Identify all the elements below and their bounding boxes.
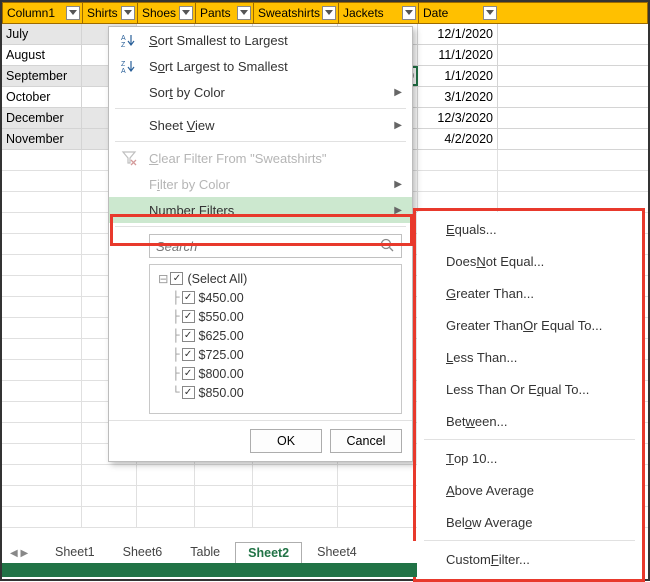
- search-icon: [380, 238, 394, 255]
- checkbox-icon[interactable]: ✓: [182, 367, 195, 380]
- clear-filter-label: Clear Filter From "Sweatshirts": [149, 151, 327, 166]
- button-row: OK Cancel: [109, 420, 412, 461]
- chevron-right-icon: ▶: [394, 179, 402, 190]
- chevron-right-icon: ▶: [394, 205, 402, 216]
- filter-value-item[interactable]: ├✓$725.00: [154, 345, 397, 364]
- equals-item[interactable]: Equals...: [418, 213, 641, 245]
- filter-value-item[interactable]: ├✓$450.00: [154, 288, 397, 307]
- date-cell[interactable]: 1/1/2020: [418, 66, 498, 86]
- tab-sheet2[interactable]: Sheet2: [235, 542, 302, 565]
- month-cell[interactable]: December: [2, 108, 82, 128]
- sort-by-color-item[interactable]: Sort by Color ▶: [109, 79, 412, 105]
- search-input[interactable]: [149, 234, 402, 258]
- tab-sheet4[interactable]: Sheet4: [304, 541, 370, 563]
- date-cell[interactable]: 3/1/2020: [418, 87, 498, 107]
- number-filters-submenu: Equals... Does Not Equal... Greater Than…: [417, 212, 642, 576]
- chevron-right-icon: ▶: [394, 87, 402, 98]
- date-cell[interactable]: 12/1/2020: [418, 24, 498, 44]
- date-cell[interactable]: 4/2/2020: [418, 129, 498, 149]
- sort-desc-item[interactable]: ZA Sort Largest to Smallest: [109, 53, 412, 79]
- number-filters-label: Number Filters: [149, 203, 234, 218]
- filter-value-item[interactable]: ├✓$550.00: [154, 307, 397, 326]
- filter-dropdown-icon[interactable]: [402, 6, 416, 20]
- sort-asc-item[interactable]: AZ Sort Smallest to Largest: [109, 27, 412, 53]
- greater-than-item[interactable]: Greater Than...: [418, 277, 641, 309]
- tab-sheet1[interactable]: Sheet1: [42, 541, 108, 563]
- month-cell[interactable]: October: [2, 87, 82, 107]
- header-row: Column1 Shirts Shoes Pants Sweatshirts J…: [2, 2, 648, 24]
- svg-text:Z: Z: [121, 61, 126, 68]
- header-jackets[interactable]: Jackets: [339, 3, 419, 23]
- header-shirts[interactable]: Shirts: [83, 3, 138, 23]
- month-cell[interactable]: September: [2, 66, 82, 86]
- ok-button[interactable]: OK: [250, 429, 322, 453]
- less-than-or-equal-item[interactable]: Less Than Or Equal To...: [418, 373, 641, 405]
- number-filters-item[interactable]: Number Filters ▶: [109, 197, 412, 223]
- filter-value-item[interactable]: ├✓$800.00: [154, 364, 397, 383]
- between-item[interactable]: Between...: [418, 405, 641, 437]
- below-average-item[interactable]: Below Average: [418, 506, 641, 538]
- filter-values-tree[interactable]: ⊟✓(Select All) ├✓$450.00 ├✓$550.00 ├✓$62…: [149, 264, 402, 414]
- sheet-view-label: Sheet View: [149, 118, 215, 133]
- filter-by-color-label: Filter by Color: [149, 177, 230, 192]
- svg-text:Z: Z: [121, 42, 126, 48]
- month-cell[interactable]: July: [2, 24, 82, 44]
- header-sweatshirts[interactable]: Sweatshirts: [254, 3, 339, 23]
- not-equal-item[interactable]: Does Not Equal...: [418, 245, 641, 277]
- checkbox-icon[interactable]: ✓: [182, 386, 195, 399]
- filter-menu: AZ Sort Smallest to Largest ZA Sort Larg…: [108, 26, 413, 462]
- checkbox-icon[interactable]: ✓: [182, 310, 195, 323]
- month-cell[interactable]: August: [2, 45, 82, 65]
- sheet-tabs: ◀ ▶ Sheet1 Sheet6 Table Sheet2 Sheet4: [2, 541, 417, 565]
- header-pants[interactable]: Pants: [196, 3, 254, 23]
- custom-filter-item[interactable]: Custom Filter...: [418, 543, 641, 575]
- header-column1[interactable]: Column1: [3, 3, 83, 23]
- sort-desc-icon: ZA: [119, 56, 139, 76]
- filter-value-item[interactable]: ├✓$625.00: [154, 326, 397, 345]
- sort-asc-label: Sort Smallest to Largest: [149, 33, 288, 48]
- filter-value-item[interactable]: └✓$850.00: [154, 383, 397, 402]
- top-10-item[interactable]: Top 10...: [418, 442, 641, 474]
- cancel-button[interactable]: Cancel: [330, 429, 402, 453]
- greater-than-or-equal-item[interactable]: Greater Than Or Equal To...: [418, 309, 641, 341]
- header-date[interactable]: Date: [419, 3, 499, 23]
- tab-table[interactable]: Table: [177, 541, 233, 563]
- filter-dropdown-icon[interactable]: [483, 6, 497, 20]
- sort-asc-icon: AZ: [119, 30, 139, 50]
- filter-dropdown-icon[interactable]: [66, 6, 80, 20]
- clear-filter-icon: [119, 148, 139, 168]
- tab-nav-arrows[interactable]: ◀ ▶: [10, 548, 28, 559]
- filter-by-color-item: Filter by Color ▶: [109, 171, 412, 197]
- month-cell[interactable]: November: [2, 129, 82, 149]
- filter-dropdown-icon[interactable]: [322, 6, 336, 20]
- filter-dropdown-icon[interactable]: [179, 6, 193, 20]
- clear-filter-item: Clear Filter From "Sweatshirts": [109, 145, 412, 171]
- checkbox-icon[interactable]: ✓: [170, 272, 183, 285]
- checkbox-icon[interactable]: ✓: [182, 291, 195, 304]
- svg-text:A: A: [121, 68, 126, 74]
- sort-by-color-label: Sort by Color: [149, 85, 225, 100]
- search-row: [109, 230, 412, 262]
- checkbox-icon[interactable]: ✓: [182, 329, 195, 342]
- svg-text:A: A: [121, 35, 126, 42]
- filter-dropdown-icon[interactable]: [237, 6, 251, 20]
- date-cell[interactable]: 11/1/2020: [418, 45, 498, 65]
- date-cell[interactable]: 12/3/2020: [418, 108, 498, 128]
- sheet-view-item[interactable]: Sheet View ▶: [109, 112, 412, 138]
- chevron-right-icon: ▶: [394, 120, 402, 131]
- filter-dropdown-icon[interactable]: [121, 6, 135, 20]
- sort-desc-label: Sort Largest to Smallest: [149, 59, 288, 74]
- select-all-item[interactable]: ⊟✓(Select All): [154, 269, 397, 288]
- header-shoes[interactable]: Shoes: [138, 3, 196, 23]
- checkbox-icon[interactable]: ✓: [182, 348, 195, 361]
- tab-sheet6[interactable]: Sheet6: [110, 541, 176, 563]
- less-than-item[interactable]: Less Than...: [418, 341, 641, 373]
- above-average-item[interactable]: Above Average: [418, 474, 641, 506]
